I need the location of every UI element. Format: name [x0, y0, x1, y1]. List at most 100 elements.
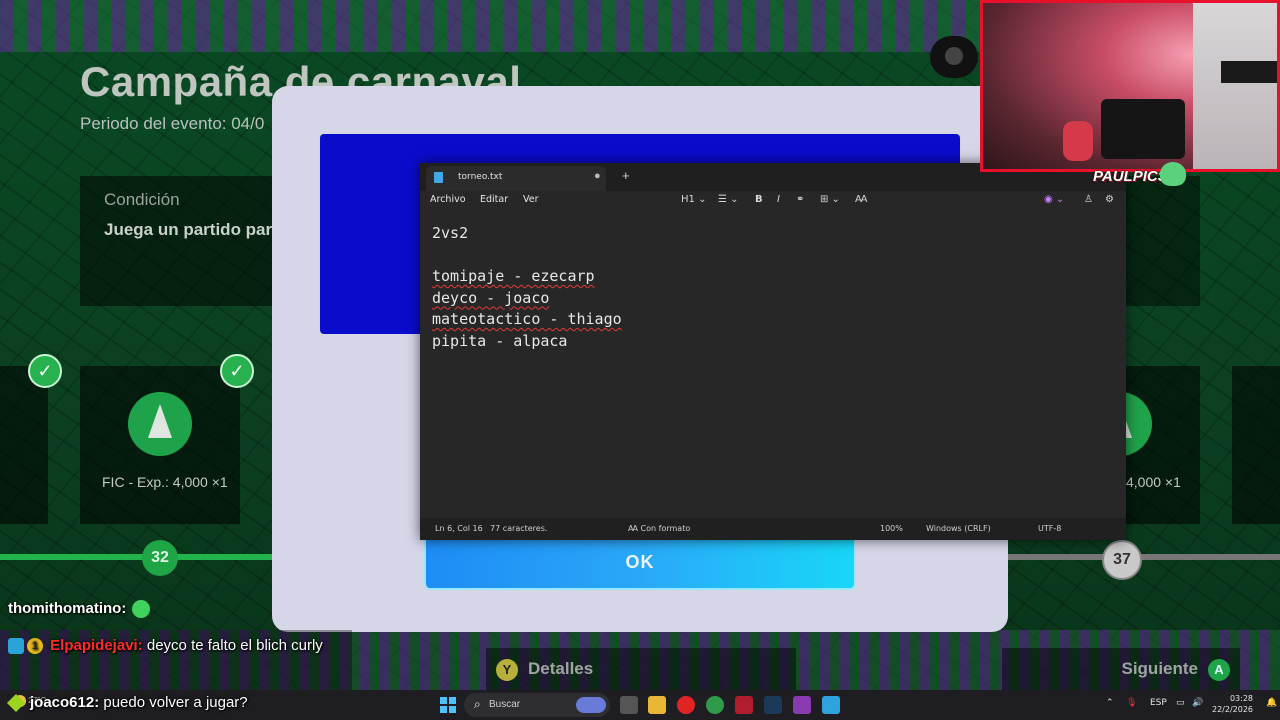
notepad-statusbar: Ln 6, Col 16 77 caracteres. Ꜳ Con format… — [420, 518, 1126, 540]
progress-bar-remaining — [1008, 554, 1280, 560]
character-count: 77 caracteres. — [490, 524, 548, 533]
italic-button[interactable]: I — [777, 194, 780, 205]
editor-line: tomipaje - ezecarp — [432, 267, 595, 285]
cone-icon — [128, 392, 192, 456]
level-badge: 32 — [142, 540, 178, 576]
taskbar-search[interactable]: ⌕ Buscar — [464, 693, 610, 717]
cursor-position: Ln 6, Col 16 — [435, 524, 483, 533]
task-view-icon[interactable] — [620, 696, 638, 714]
editor-line: mateotactico - thiago — [432, 310, 622, 328]
reward-card[interactable] — [80, 366, 240, 524]
encoding[interactable]: UTF-8 — [1038, 524, 1061, 533]
search-highlight-icon — [576, 697, 606, 713]
line-ending[interactable]: Windows (CRLF) — [926, 524, 991, 533]
ok-button[interactable]: OK — [424, 532, 856, 590]
tab-title: torneo.txt — [458, 172, 503, 182]
notepad-editor[interactable]: 2vs2 tomipaje - ezecarp deyco - joaco ma… — [432, 223, 622, 352]
completed-check-icon: ✓ — [28, 354, 62, 388]
new-tab-button[interactable]: + — [622, 168, 630, 183]
chat-badge-icon — [8, 638, 24, 655]
menu-editar[interactable]: Editar — [480, 194, 508, 205]
notepad-taskbar-icon[interactable] — [822, 696, 840, 714]
condition-text: Juega un partido para — [104, 220, 282, 239]
network-icon[interactable]: ▭ — [1176, 698, 1185, 708]
editor-line: deyco - joaco — [432, 288, 550, 307]
copilot-dropdown-icon[interactable]: ◉ ⌄ — [1044, 194, 1064, 205]
microphone-icon[interactable]: 🎙 — [1126, 698, 1137, 708]
webcam-monitor — [1221, 61, 1277, 83]
zoom-level[interactable]: 100% — [880, 524, 903, 533]
chat-sub-badge: 1 — [27, 638, 43, 655]
steam-icon[interactable] — [764, 696, 782, 714]
notifications-icon[interactable]: 🔔 — [1266, 698, 1277, 708]
taskbar-clock[interactable]: 03:28 22/2/2026 — [1212, 693, 1253, 715]
clock-time: 03:28 — [1229, 694, 1254, 703]
account-icon[interactable]: ♙ — [1084, 194, 1093, 205]
game-app-icon[interactable] — [793, 696, 811, 714]
editor-line: 2vs2 — [432, 224, 469, 242]
completed-check-icon: ✓ — [220, 354, 254, 388]
chat-username: Elpapidejavi: — [50, 637, 143, 654]
list-dropdown-icon[interactable]: ☰ ⌄ — [718, 194, 739, 205]
chat-emote-icon — [132, 600, 151, 619]
reward-card-next[interactable] — [1232, 366, 1280, 524]
webcam-chair — [1101, 99, 1185, 159]
input-language[interactable]: ESP — [1150, 698, 1167, 708]
chat-badge-icon — [6, 693, 26, 713]
notepad-tab[interactable]: torneo.txt ● — [426, 166, 606, 191]
menu-archivo[interactable]: Archivo — [430, 194, 466, 205]
webcam-microphone — [1063, 121, 1093, 161]
chat-text: puedo volver a jugar? — [103, 694, 248, 711]
notepad-menubar: Archivo Editar Ver H1 ⌄ ☰ ⌄ B I ⚭ ⊞ ⌄ Ꜳ … — [420, 191, 1126, 213]
tray-overflow-icon[interactable]: ⌃ — [1106, 698, 1114, 708]
chat-username: joaco612: — [30, 694, 100, 711]
chat-message: joaco612: puedo volver a jugar? — [6, 693, 248, 713]
level-badge: 37 — [1102, 540, 1142, 580]
search-icon: ⌕ — [474, 697, 481, 711]
streamer-logo: PAULPICS — [1093, 168, 1168, 185]
chat-message: thomithomatino: — [8, 600, 151, 619]
clear-format-icon[interactable]: Ꜳ — [855, 194, 868, 205]
chrome-icon[interactable] — [706, 696, 724, 714]
condition-label: Condición — [104, 190, 180, 209]
unsaved-dot-icon[interactable]: ● — [594, 170, 601, 182]
volume-icon[interactable]: 🔊 — [1192, 698, 1203, 708]
settings-gear-icon[interactable]: ⚙ — [1105, 194, 1114, 205]
format-icon: Ꜳ — [628, 524, 641, 533]
youtube-icon[interactable] — [677, 696, 695, 714]
reward-label: FIC - Exp.: 4,000 ×1 — [102, 474, 228, 490]
heading-dropdown[interactable]: H1 ⌄ — [681, 194, 706, 205]
clock-date: 22/2/2026 — [1212, 705, 1254, 714]
editor-line: pipita - alpaca — [432, 331, 568, 350]
search-placeholder: Buscar — [489, 699, 521, 710]
details-label: Detalles — [528, 659, 594, 678]
reward-label-right: 4,000 ×1 — [1126, 474, 1181, 490]
file-explorer-icon[interactable] — [648, 696, 666, 714]
heading-label: H1 — [681, 194, 695, 205]
chat-text: deyco te falto el blich curly — [146, 637, 323, 654]
webcam-overlay — [980, 0, 1280, 172]
webcam-wall — [1193, 3, 1277, 169]
bold-button[interactable]: B — [755, 194, 763, 205]
notepad-window: torneo.txt ● + Archivo Editar Ver H1 ⌄ ☰… — [420, 163, 1126, 540]
notepad-file-icon — [434, 172, 443, 183]
menu-ver[interactable]: Ver — [523, 194, 539, 205]
next-hint[interactable]: Siguiente A — [1002, 648, 1240, 690]
octopus-mascot-icon — [1160, 162, 1186, 186]
chat-message: 1 Elpapidejavi: deyco te falto el blich … — [8, 636, 338, 655]
condition-panel-right — [1120, 176, 1200, 306]
details-hint[interactable]: Y Detalles — [486, 648, 796, 690]
link-icon[interactable]: ⚭ — [796, 194, 804, 205]
progress-bar-completed — [0, 554, 272, 560]
format-status[interactable]: Ꜳ Con formato — [628, 524, 690, 533]
y-button-icon: Y — [496, 658, 518, 681]
format-label: Con formato — [640, 524, 691, 533]
menu-button[interactable] — [930, 36, 978, 78]
windows-start-icon[interactable] — [440, 697, 456, 713]
table-dropdown-icon[interactable]: ⊞ ⌄ — [820, 194, 840, 205]
reward-card-previous[interactable] — [0, 366, 48, 524]
voicemeeter-icon[interactable] — [735, 696, 753, 714]
event-period: Periodo del evento: 04/0 — [80, 114, 265, 133]
menu-icon — [945, 47, 963, 65]
